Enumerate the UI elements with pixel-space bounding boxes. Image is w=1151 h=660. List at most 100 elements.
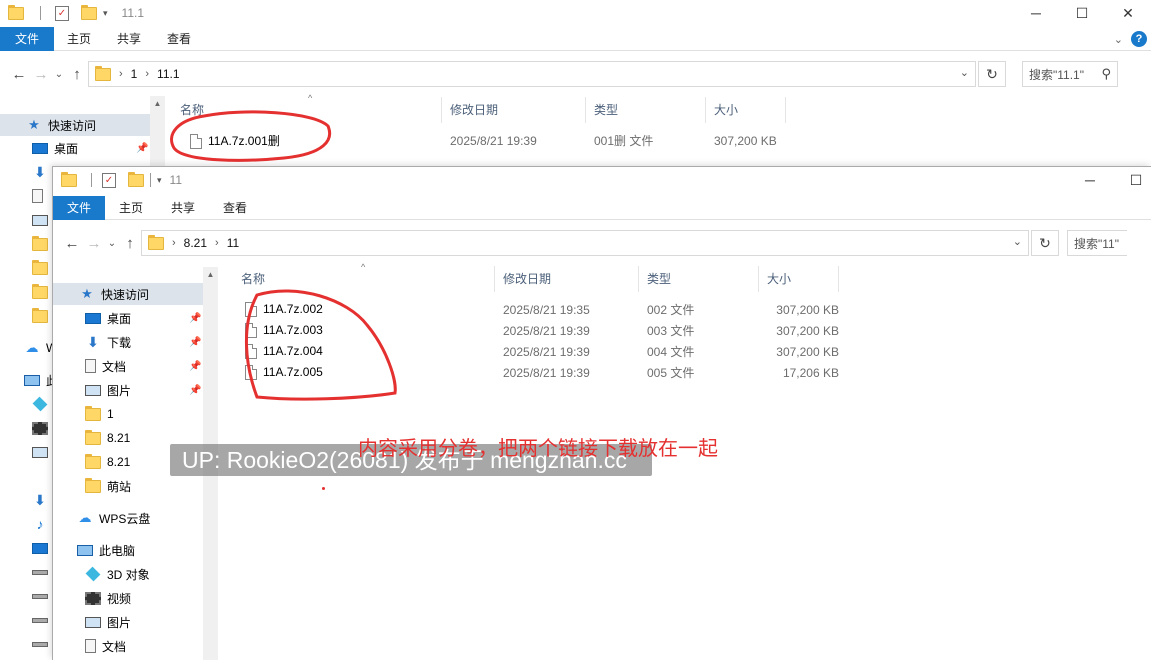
nav-folder[interactable]: 8.21: [53, 427, 130, 449]
refresh-button[interactable]: ↻: [978, 61, 1006, 87]
tab-home[interactable]: 主页: [54, 27, 104, 51]
forward-arrow-icon[interactable]: →: [83, 235, 105, 252]
document-icon: [32, 189, 43, 203]
nav-documents[interactable]: 文档: [53, 635, 126, 657]
nav-desktop[interactable]: 桌面: [53, 307, 131, 329]
nav-music[interactable]: ♪: [0, 513, 48, 535]
column-size[interactable]: 大小: [706, 97, 786, 123]
column-date[interactable]: 修改日期: [495, 266, 639, 292]
chevron-down-icon[interactable]: ⌄: [960, 66, 969, 79]
pin-icon[interactable]: 📌: [189, 385, 201, 396]
tab-home[interactable]: 主页: [105, 196, 157, 220]
column-type[interactable]: 类型: [586, 97, 706, 123]
pin-icon[interactable]: 📌: [189, 337, 201, 348]
nav-desktop[interactable]: 桌面: [0, 137, 78, 159]
tab-file[interactable]: 文件: [0, 26, 55, 51]
properties-icon[interactable]: ✓: [55, 5, 69, 21]
maximize-button[interactable]: ☐: [1059, 0, 1105, 26]
column-type[interactable]: 类型: [639, 266, 759, 292]
back-arrow-icon[interactable]: ←: [8, 66, 30, 83]
nav-pictures[interactable]: [0, 441, 48, 463]
pin-icon[interactable]: 📌: [136, 143, 148, 154]
nav-pictures[interactable]: [0, 209, 48, 231]
nav-folder[interactable]: [0, 233, 48, 255]
nav-downloads[interactable]: ⬇: [0, 161, 48, 183]
pin-icon[interactable]: 📌: [189, 361, 201, 372]
nav-folder[interactable]: 1: [53, 403, 114, 425]
nav-drive[interactable]: [0, 633, 48, 655]
search-input[interactable]: 搜索"11.1" ⚲: [1022, 61, 1118, 87]
scroll-up-icon[interactable]: ▲: [150, 96, 165, 111]
column-date[interactable]: 修改日期: [442, 97, 586, 123]
nav-wps-cloud[interactable]: ☁ W: [0, 337, 58, 359]
nav-this-pc[interactable]: 此电脑: [53, 539, 135, 561]
customize-toolbar-icon[interactable]: ▾: [103, 8, 108, 19]
expand-ribbon-icon[interactable]: ⌄: [1114, 33, 1123, 46]
nav-wps-cloud[interactable]: ☁ WPS云盘: [53, 507, 151, 529]
nav-this-pc[interactable]: 此: [0, 369, 58, 391]
nav-quick-access[interactable]: ★ 快速访问: [0, 114, 150, 136]
search-input[interactable]: 搜索"11": [1067, 230, 1127, 256]
properties-icon[interactable]: ✓: [102, 172, 116, 188]
breadcrumb-item[interactable]: 11.1: [157, 67, 179, 81]
recent-locations-icon[interactable]: ⌄: [52, 69, 66, 80]
up-arrow-icon[interactable]: ↑: [66, 66, 88, 83]
nav-folder[interactable]: 8.21: [53, 451, 130, 473]
minimize-button[interactable]: ─: [1067, 167, 1113, 193]
breadcrumb-item[interactable]: 1: [131, 67, 138, 81]
forward-arrow-icon[interactable]: →: [30, 66, 52, 83]
tab-view[interactable]: 查看: [209, 196, 261, 220]
chevron-down-icon[interactable]: ⌄: [1013, 235, 1022, 248]
nav-3d-objects[interactable]: 3D 对象: [53, 563, 150, 585]
pin-icon[interactable]: 📌: [189, 313, 201, 324]
nav-videos[interactable]: 视频: [53, 587, 131, 609]
address-bar[interactable]: › 8.21 › 11 ⌄: [141, 230, 1029, 256]
breadcrumb-item[interactable]: 11: [227, 236, 239, 250]
nav-downloads[interactable]: ⬇ 下载: [53, 331, 131, 353]
breadcrumb-item[interactable]: 8.21: [184, 236, 207, 250]
up-arrow-icon[interactable]: ↑: [119, 235, 141, 252]
customize-toolbar-icon[interactable]: ▾: [157, 175, 162, 186]
tab-view[interactable]: 查看: [154, 27, 204, 51]
nav-videos[interactable]: [0, 417, 48, 439]
nav-pictures[interactable]: 图片: [53, 611, 131, 633]
new-folder-icon[interactable]: [128, 171, 144, 187]
nav-documents[interactable]: 文档: [53, 355, 126, 377]
drive-icon: [32, 569, 48, 575]
minimize-button[interactable]: ─: [1013, 0, 1059, 26]
nav-documents[interactable]: [0, 185, 43, 207]
close-button[interactable]: ✕: [1105, 0, 1151, 26]
nav-label: 快速访问: [101, 287, 150, 302]
new-folder-icon[interactable]: [81, 4, 97, 20]
column-size[interactable]: 大小: [759, 266, 839, 292]
tab-file[interactable]: 文件: [53, 195, 106, 220]
tab-share[interactable]: 共享: [157, 196, 209, 220]
help-icon[interactable]: ?: [1131, 31, 1147, 47]
nav-folder[interactable]: [0, 305, 48, 327]
chevron-right-icon[interactable]: ›: [119, 68, 123, 80]
chevron-right-icon[interactable]: ›: [172, 237, 176, 249]
address-bar[interactable]: › 1 › 11.1 ⌄: [88, 61, 976, 87]
folder-icon: [85, 429, 101, 445]
maximize-button[interactable]: ☐: [1113, 167, 1151, 193]
scroll-up-icon[interactable]: ▲: [203, 267, 218, 282]
back-arrow-icon[interactable]: ←: [61, 235, 83, 252]
recent-locations-icon[interactable]: ⌄: [105, 238, 119, 249]
tab-share[interactable]: 共享: [104, 27, 154, 51]
nav-drive[interactable]: [0, 561, 48, 583]
nav-folder[interactable]: [0, 257, 48, 279]
nav-drive[interactable]: [0, 585, 48, 607]
nav-pictures[interactable]: 图片: [53, 379, 131, 401]
file-size: 17,206 KB: [782, 365, 839, 380]
nav-drive[interactable]: [0, 609, 48, 631]
chevron-right-icon[interactable]: ›: [145, 68, 149, 80]
nav-desktop[interactable]: [0, 537, 48, 559]
chevron-right-icon[interactable]: ›: [215, 237, 219, 249]
nav-folder[interactable]: 萌站: [53, 475, 131, 497]
nav-downloads[interactable]: ⬇: [0, 489, 48, 511]
refresh-button[interactable]: ↻: [1031, 230, 1059, 256]
nav-quick-access[interactable]: ★ 快速访问: [53, 283, 203, 305]
nav-folder[interactable]: [0, 281, 48, 303]
file-type: 001删 文件: [594, 134, 654, 148]
nav-3d-objects[interactable]: [0, 393, 48, 415]
